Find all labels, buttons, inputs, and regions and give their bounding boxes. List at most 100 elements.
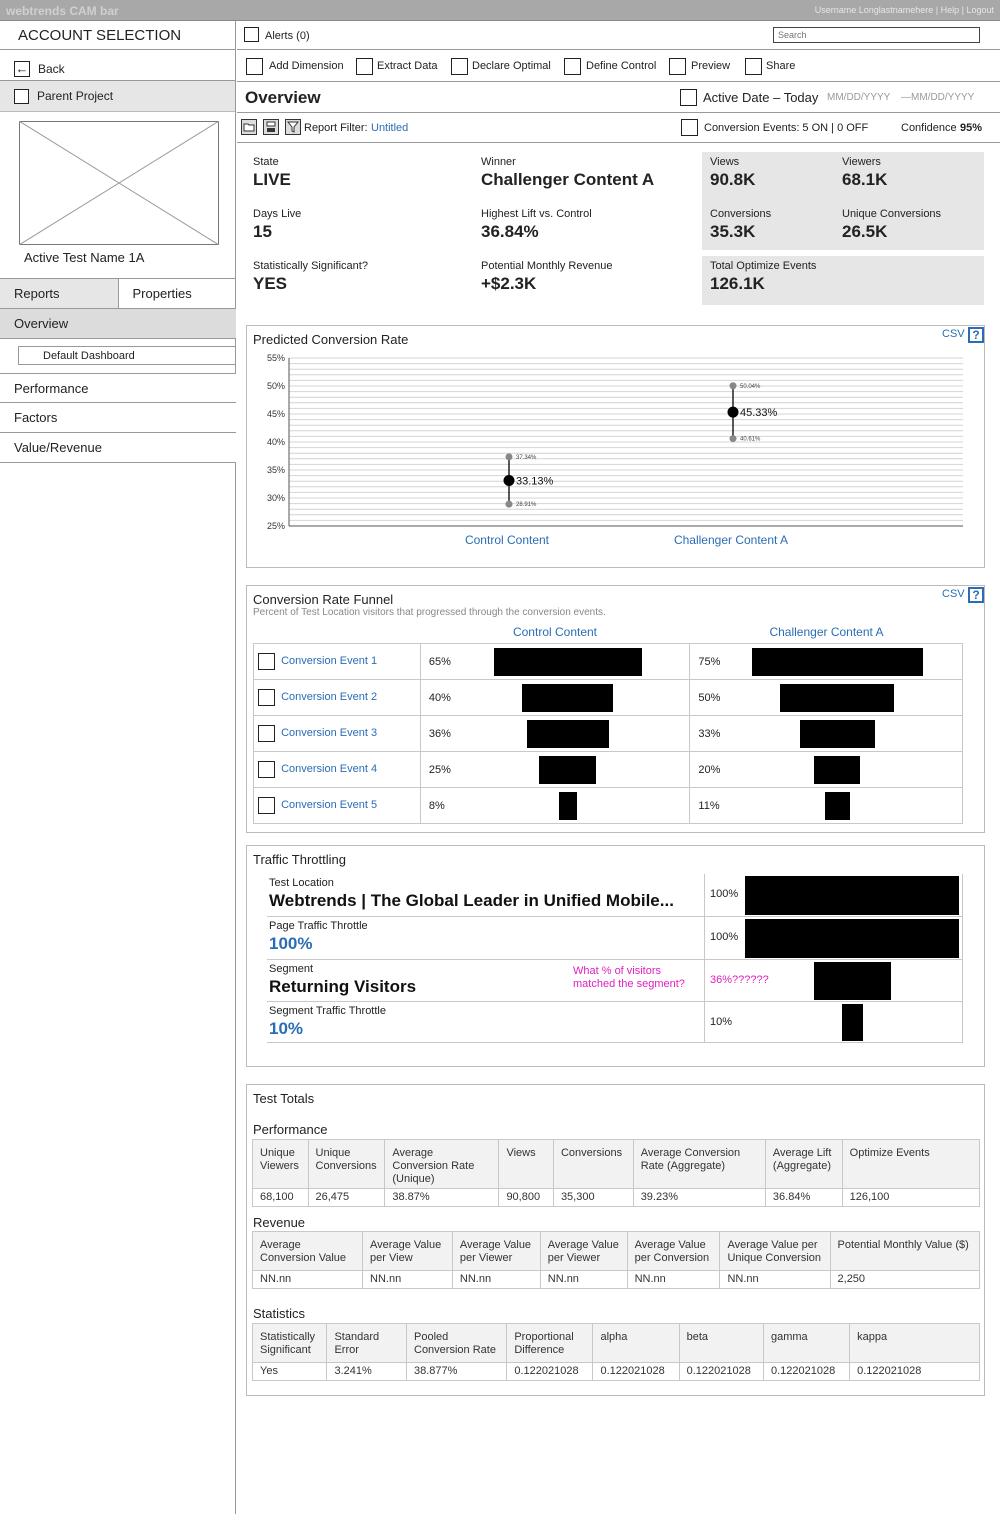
y-tick-label: 55%: [267, 353, 285, 363]
column-header: Pooled Conversion Rate: [405, 1323, 508, 1363]
nav-performance[interactable]: Performance: [0, 373, 236, 403]
funnel-help-icon[interactable]: ?: [968, 587, 984, 603]
user-links[interactable]: Username Longlastnamehere | Help | Logou…: [815, 5, 994, 15]
event-link[interactable]: Conversion Event 4: [281, 763, 377, 775]
search-input[interactable]: [773, 27, 980, 43]
predicted-point: [503, 474, 515, 486]
event-link[interactable]: Conversion Event 5: [281, 799, 377, 811]
table-cell: 35,300: [552, 1188, 634, 1207]
challenger-cell: 20%: [689, 751, 963, 788]
kpi-total-optimize-events: Total Optimize Events 126.1K: [710, 260, 816, 294]
header-row: Average Conversion Value Average Value pe…: [251, 1231, 981, 1271]
funnel-col-challenger: Challenger Content A: [769, 625, 884, 639]
x-category-label: Challenger Content A: [674, 533, 788, 547]
control-cell: 8%: [419, 787, 691, 824]
table-cell: NN.nn: [626, 1270, 721, 1289]
kpi-conversions: Conversions 35.3K: [710, 208, 771, 242]
traffic-pct: 10%: [710, 1016, 733, 1028]
kpi-value: +$2.3K: [481, 274, 537, 293]
control-cell: 65%: [419, 643, 691, 680]
traffic-label: Test Location: [269, 877, 334, 889]
alerts-checkbox[interactable]: [244, 27, 259, 42]
tab-properties[interactable]: Properties: [119, 279, 237, 308]
column-header: Average Value per Viewer: [451, 1231, 541, 1271]
y-tick-label: 30%: [267, 493, 285, 503]
parent-project[interactable]: Parent Project: [0, 81, 235, 112]
event-checkbox[interactable]: [258, 725, 275, 742]
event-checkbox[interactable]: [258, 797, 275, 814]
upper-bound-label: 50.04%: [740, 384, 761, 390]
event-checkbox[interactable]: [258, 653, 275, 670]
kpi-value: LIVE: [253, 170, 291, 189]
table-cell: 0.122021028: [849, 1362, 980, 1381]
tab-reports[interactable]: Reports: [0, 279, 119, 308]
event-link[interactable]: Conversion Event 2: [281, 691, 377, 703]
traffic-bar-cell: 100%: [704, 917, 963, 959]
nav-default-dashboard[interactable]: Default Dashboard: [18, 346, 236, 365]
table-cell: 2,250: [829, 1270, 981, 1289]
funnel-col-control: Control Content: [512, 625, 598, 639]
funnel-subtitle: Percent of Test Location visitors that p…: [253, 607, 606, 618]
funnel-table: Conversion Event 1 65% 75% Conversion Even…: [253, 643, 963, 824]
traffic-pct: 36%??????: [710, 974, 769, 986]
challenger-pct: 75%: [698, 656, 721, 668]
control-pct: 25%: [428, 764, 451, 776]
active-date-checkbox[interactable]: [680, 89, 697, 106]
nav-factors[interactable]: Factors: [0, 403, 236, 433]
confidence-label: Confidence: [901, 122, 957, 134]
save-icon[interactable]: [263, 119, 279, 135]
extract-data-checkbox[interactable]: [356, 58, 373, 75]
define-control-label[interactable]: Define Control: [586, 60, 656, 72]
kpi-label: Statistically Significant?: [253, 260, 368, 272]
traffic-value: Webtrends | The Global Leader in Unified…: [269, 891, 674, 910]
event-link[interactable]: Conversion Event 3: [281, 727, 377, 739]
control-bar: [539, 756, 597, 784]
funnel-panel: Conversion Rate Funnel Percent of Test L…: [246, 585, 985, 833]
declare-optimal-label[interactable]: Declare Optimal: [472, 60, 551, 72]
event-checkbox[interactable]: [258, 689, 275, 706]
control-cell: 36%: [419, 715, 691, 752]
declare-optimal-checkbox[interactable]: [451, 58, 468, 75]
predicted-csv-link[interactable]: CSV: [942, 328, 965, 340]
table-cell: NN.nn: [451, 1270, 541, 1289]
challenger-bar: [814, 756, 861, 784]
event-link[interactable]: Conversion Event 1: [281, 655, 377, 667]
funnel-csv-link[interactable]: CSV: [942, 588, 965, 600]
lower-bound-label: 28.91%: [516, 502, 537, 508]
kpi-label: Highest Lift vs. Control: [481, 208, 592, 220]
upper-bound-label: 37.34%: [516, 455, 537, 461]
back-label: Back: [38, 61, 65, 76]
conversion-events-checkbox[interactable]: [681, 119, 698, 136]
share-checkbox[interactable]: [745, 58, 762, 75]
open-folder-icon[interactable]: [241, 119, 257, 135]
predicted-help-icon[interactable]: ?: [968, 327, 984, 343]
add-dimension-label[interactable]: Add Dimension: [269, 60, 344, 72]
nav-value-revenue[interactable]: Value/Revenue: [0, 433, 236, 463]
nav-overview[interactable]: Overview: [0, 309, 236, 339]
preview-checkbox[interactable]: [669, 58, 686, 75]
report-filter-link[interactable]: Untitled: [371, 122, 408, 134]
predicted-title: Predicted Conversion Rate: [253, 332, 409, 347]
define-control-checkbox[interactable]: [564, 58, 581, 75]
date-end-field[interactable]: —MM/DD/YYYY: [901, 92, 974, 103]
traffic-pct: 100%: [710, 931, 739, 943]
conversion-events-label: Conversion Events: 5 ON | 0 OFF: [704, 122, 869, 134]
table-cell: 36.84%: [764, 1188, 843, 1207]
account-selection[interactable]: ACCOUNT SELECTION: [0, 21, 235, 50]
preview-label[interactable]: Preview: [691, 60, 730, 72]
event-checkbox[interactable]: [258, 761, 275, 778]
totals-title: Test Totals: [253, 1091, 315, 1106]
back-button[interactable]: ← Back: [0, 50, 235, 81]
filter-icon[interactable]: [285, 119, 301, 135]
add-dimension-checkbox[interactable]: [246, 58, 263, 75]
date-start-field[interactable]: MM/DD/YYYY: [827, 92, 890, 103]
share-label[interactable]: Share: [766, 60, 795, 72]
table-cell: 0.122021028: [592, 1362, 680, 1381]
parent-project-checkbox[interactable]: [14, 88, 29, 104]
control-pct: 65%: [428, 656, 451, 668]
extract-data-label[interactable]: Extract Data: [377, 60, 438, 72]
traffic-bar: [745, 876, 959, 915]
kpi-value: 26.5K: [842, 222, 888, 241]
title-row: Overview Active Date – Today MM/DD/YYYY …: [237, 82, 1000, 113]
column-header: Average Value per Viewer: [539, 1231, 628, 1271]
